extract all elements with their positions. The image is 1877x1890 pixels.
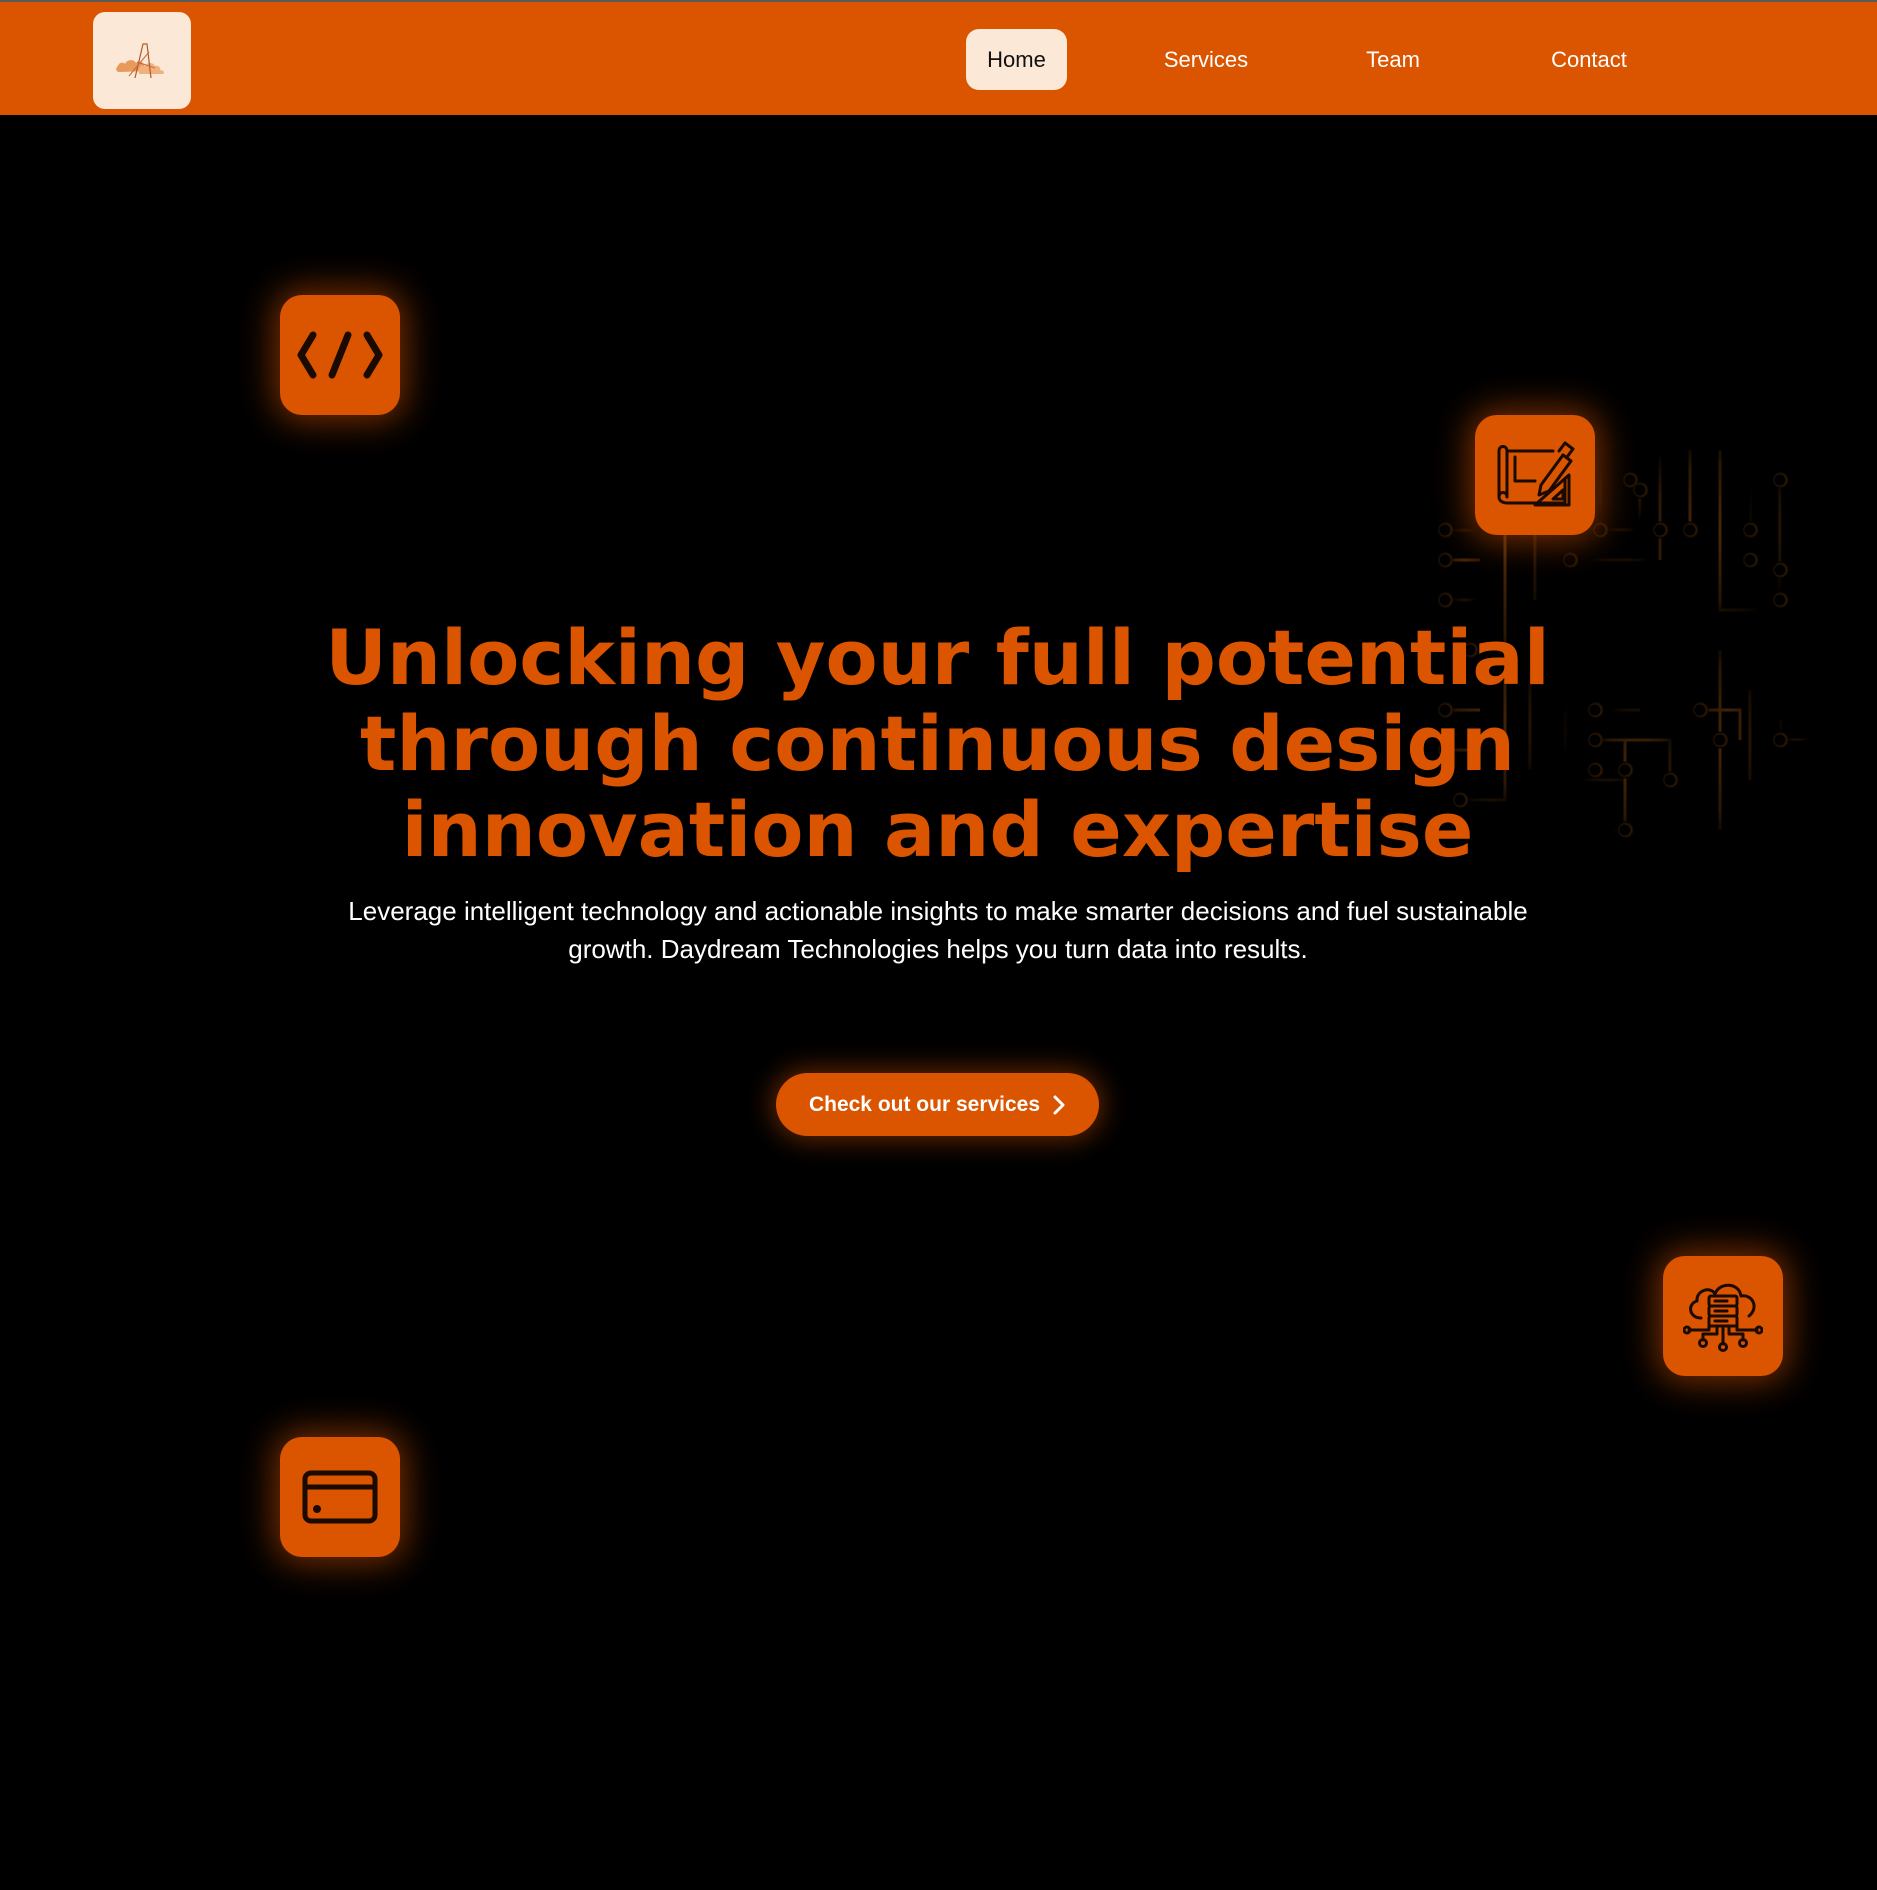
cloud-logo-icon [116, 42, 164, 78]
nav-team[interactable]: Team [1350, 29, 1436, 90]
hero-title: Unlocking your full potential through co… [200, 615, 1675, 873]
code-icon [297, 331, 383, 379]
cloud-server-network-icon [1683, 1283, 1763, 1352]
blueprint-design-icon [1497, 441, 1575, 507]
code-tile [280, 295, 400, 415]
nav-services[interactable]: Services [1146, 29, 1266, 90]
hero-subtitle: Leverage intelligent technology and acti… [290, 892, 1586, 968]
hero-title-line: through continuous design [360, 699, 1515, 788]
hero-subtitle-line: growth. Daydream Technologies helps you … [568, 934, 1308, 964]
cloud-server-tile [1663, 1256, 1783, 1376]
top-navbar: Home Services Team Contact [0, 0, 1877, 115]
chevron-right-icon [1053, 1095, 1065, 1114]
page: Home Services Team Contact Unlocking you… [0, 0, 1877, 1890]
card-tile [280, 1437, 400, 1557]
home-logo[interactable] [93, 12, 191, 109]
design-tile [1475, 415, 1595, 535]
hero-title-line: Unlocking your full potential [325, 613, 1550, 702]
hero-title-line: innovation and expertise [401, 785, 1474, 874]
nav-home[interactable]: Home [966, 29, 1067, 90]
credit-card-icon [302, 1470, 378, 1524]
hero-subtitle-line: Leverage intelligent technology and acti… [348, 896, 1528, 926]
services-cta-label: Check out our services [808, 1092, 1041, 1116]
nav-contact[interactable]: Contact [1534, 29, 1644, 90]
services-cta-button[interactable]: Check out our services [776, 1073, 1099, 1136]
